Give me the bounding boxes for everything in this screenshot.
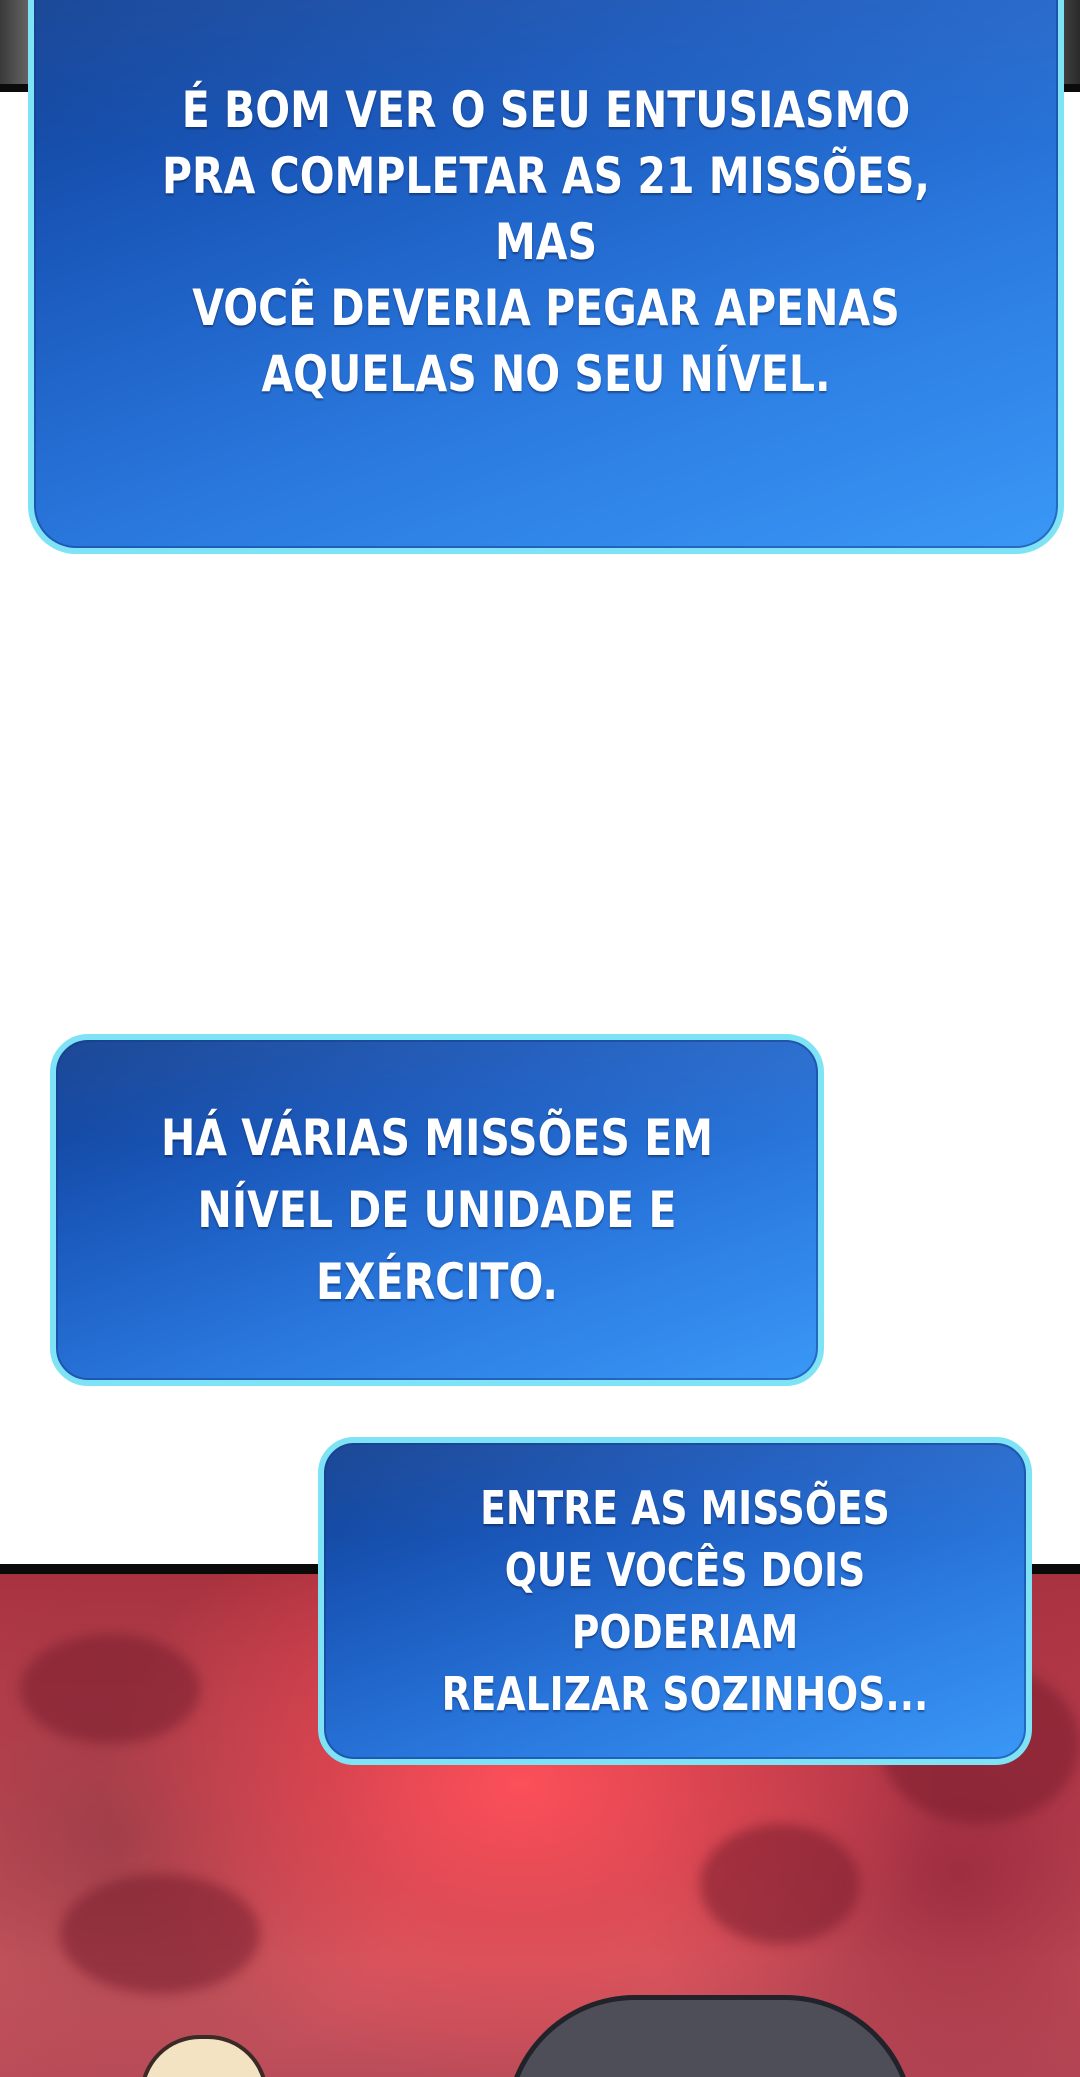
scene-shadow [700,1824,860,1944]
scene-shadow [20,1634,200,1744]
speech-text-1: É BOM VER O SEU ENTUSIASMO PRA COMPLETAR… [161,80,931,403]
speech-text-2: HÁ VÁRIAS MISSÕES EM NÍVEL DE UNIDADE E … [160,1109,714,1311]
comic-page: É BOM VER O SEU ENTUSIASMO PRA COMPLETAR… [0,0,1080,2077]
speech-panel-3: ENTRE AS MISSÕES QUE VOCÊS DOIS PODERIAM… [318,1437,1032,1765]
scene-shadow [60,1874,260,1994]
speech-panel-1: É BOM VER O SEU ENTUSIASMO PRA COMPLETAR… [28,0,1064,554]
speech-text-3: ENTRE AS MISSÕES QUE VOCÊS DOIS PODERIAM… [441,1481,929,1721]
speech-panel-2: HÁ VÁRIAS MISSÕES EM NÍVEL DE UNIDADE E … [50,1034,824,1386]
